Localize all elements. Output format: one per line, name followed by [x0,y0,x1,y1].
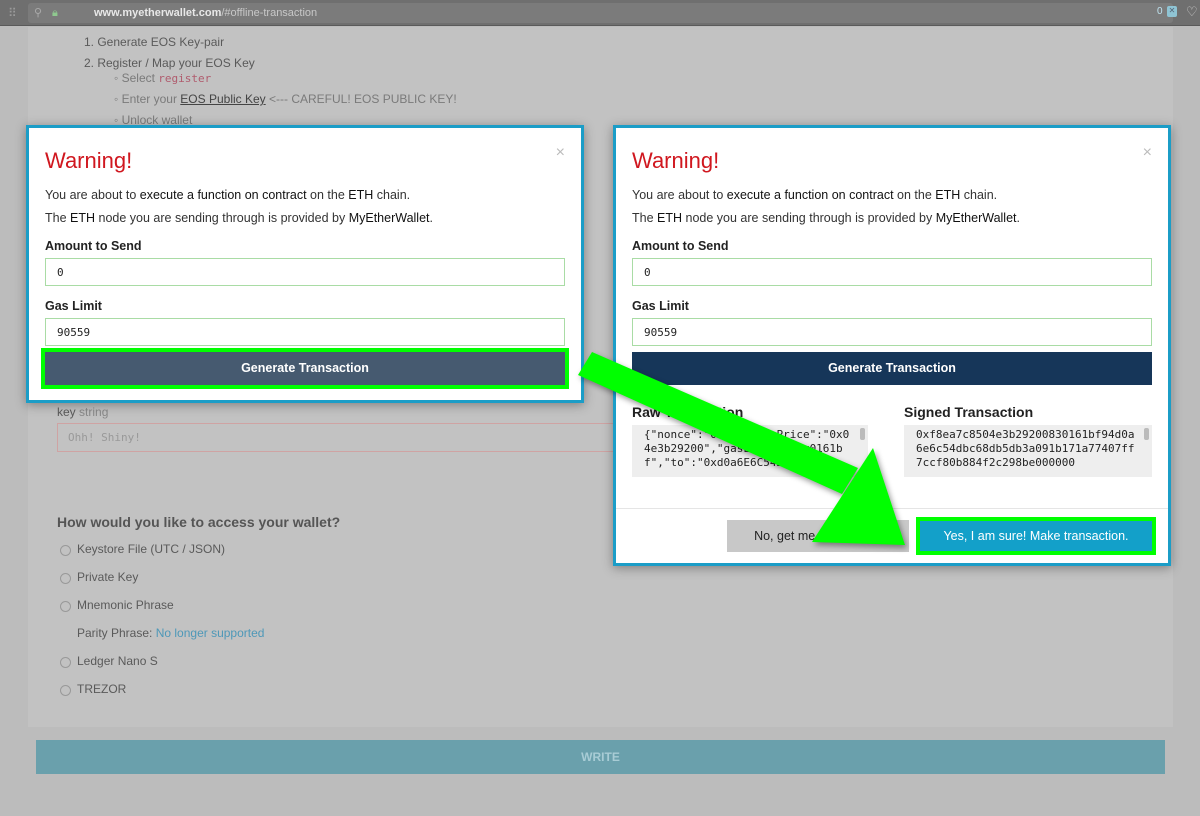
green-arrow-annotation [578,352,905,545]
arrow-shaft [578,352,858,494]
